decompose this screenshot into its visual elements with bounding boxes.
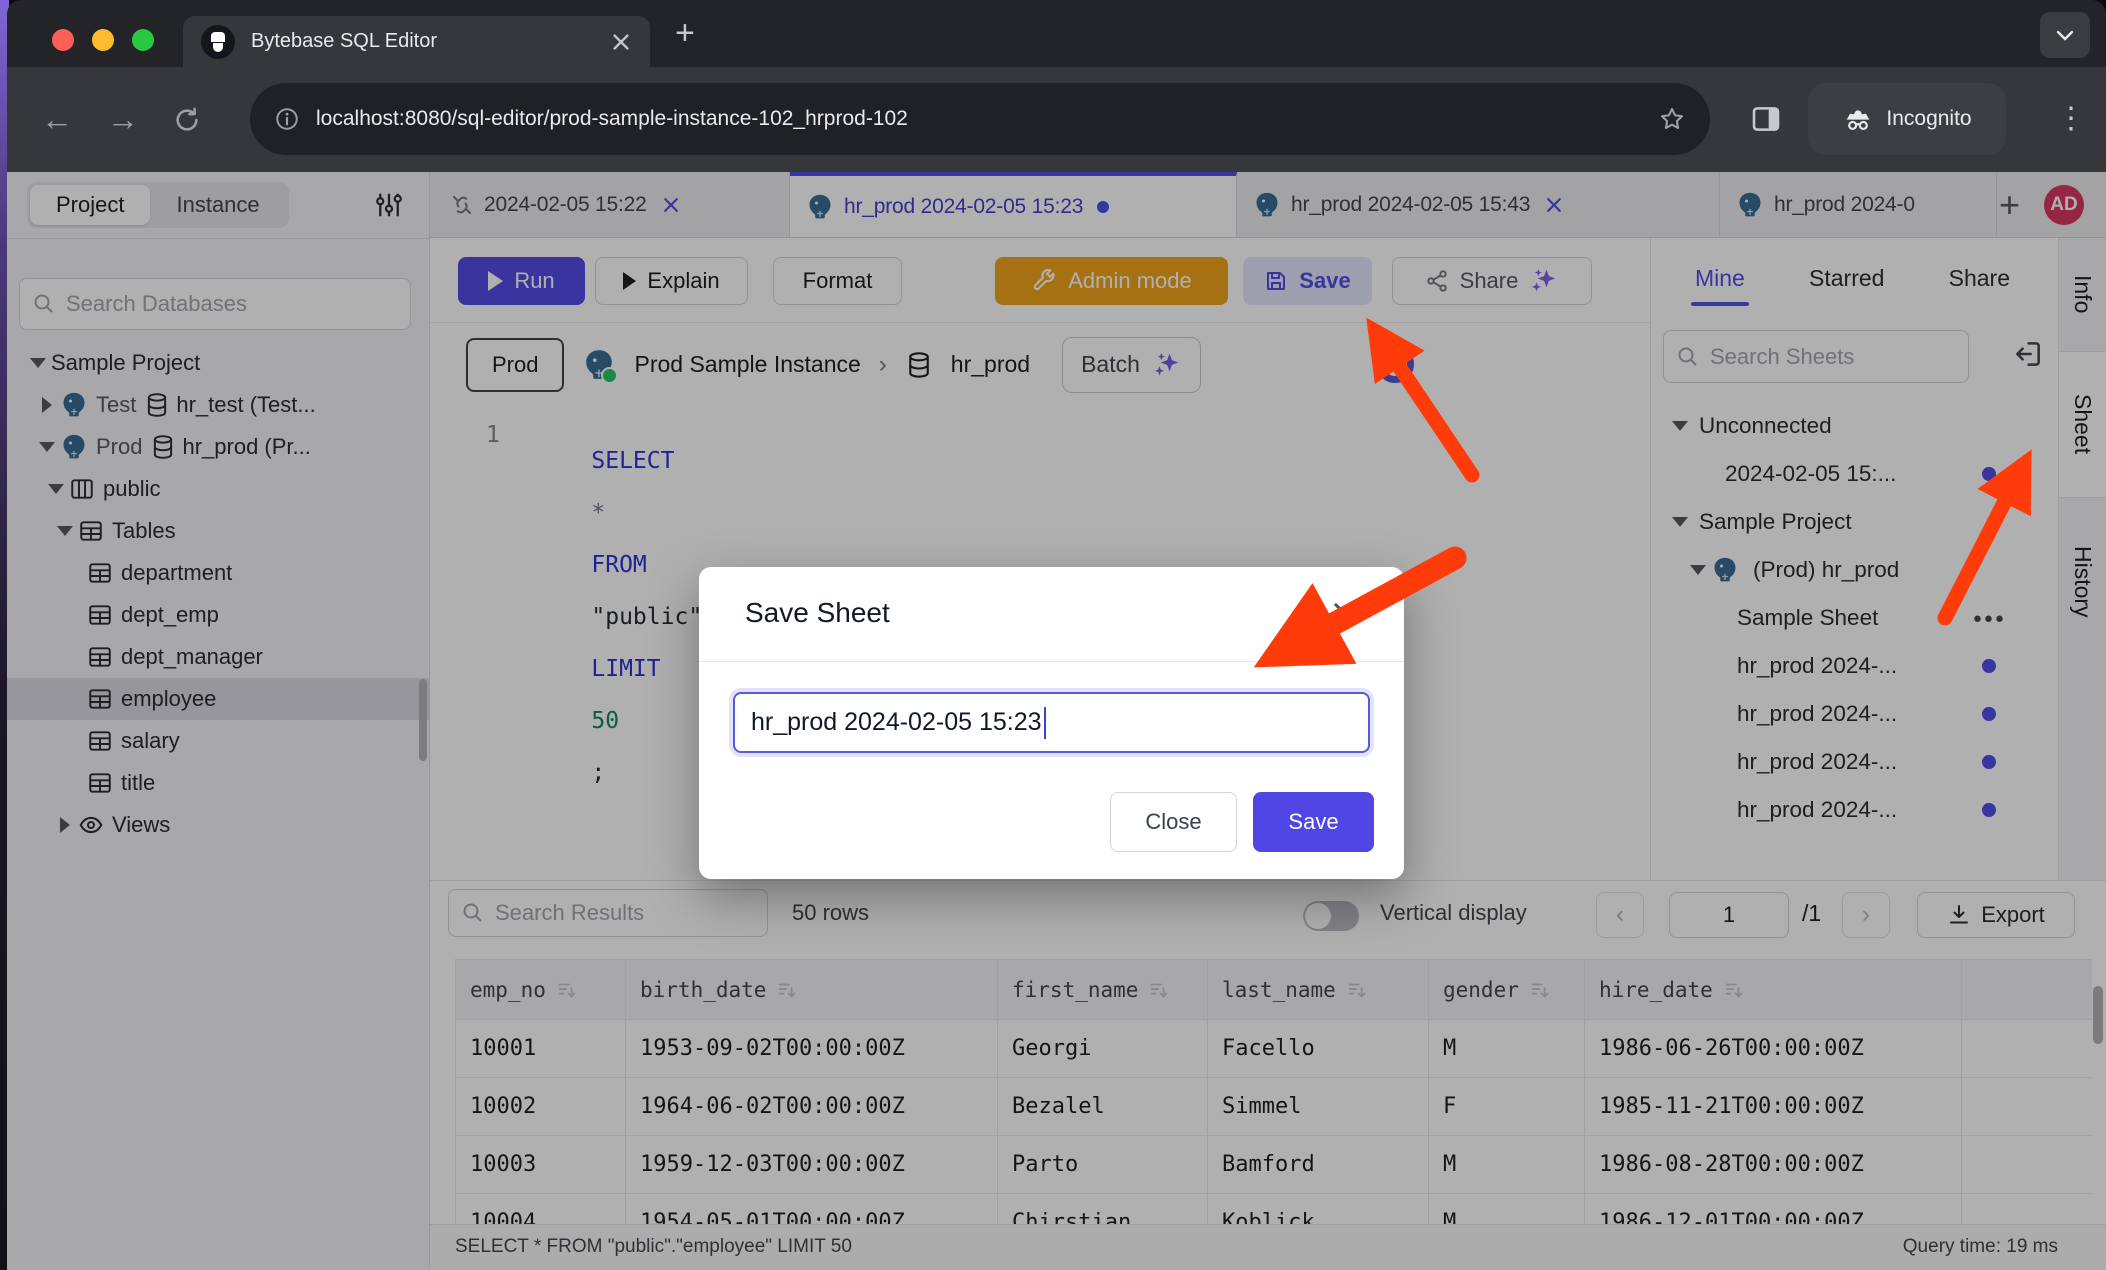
bookmark-star-icon[interactable] — [1658, 105, 1686, 133]
tab-search-button[interactable] — [2040, 12, 2090, 58]
browser-toolbar: ← → localhost:8080/sql-editor/prod-sampl… — [7, 67, 2106, 172]
back-icon[interactable]: ← — [41, 101, 73, 138]
close-dialog-icon[interactable] — [1330, 599, 1358, 627]
screenshot-root: Bytebase SQL Editor + ← → localhost:8080… — [0, 0, 2106, 1270]
url-text: localhost:8080/sql-editor/prod-sample-in… — [316, 107, 1658, 131]
browser-tab-strip: Bytebase SQL Editor + — [7, 0, 2106, 67]
bytebase-favicon — [201, 25, 235, 59]
save-button[interactable]: Save — [1253, 792, 1374, 852]
close-tab-icon[interactable] — [610, 31, 632, 53]
close-button[interactable]: Close — [1110, 792, 1237, 852]
save-sheet-dialog: Save Sheet hr_prod 2024-02-05 15:23 Clos… — [699, 567, 1404, 879]
incognito-label: Incognito — [1886, 107, 1971, 131]
window-close-button[interactable] — [52, 29, 74, 51]
site-info-icon[interactable] — [274, 106, 300, 132]
address-bar[interactable]: localhost:8080/sql-editor/prod-sample-in… — [250, 83, 1710, 155]
incognito-spy-icon — [1842, 103, 1874, 135]
window-zoom-button[interactable] — [132, 29, 154, 51]
browser-tab-title: Bytebase SQL Editor — [251, 30, 610, 53]
sheet-name-input[interactable]: hr_prod 2024-02-05 15:23 — [733, 692, 1370, 753]
browser-tab[interactable]: Bytebase SQL Editor — [183, 16, 650, 67]
forward-icon[interactable]: → — [107, 101, 139, 138]
new-tab-button[interactable]: + — [675, 14, 695, 53]
text-caret — [1044, 707, 1046, 739]
dialog-title: Save Sheet — [745, 597, 890, 629]
dialog-divider — [699, 661, 1404, 662]
side-panel-icon[interactable] — [1750, 103, 1782, 135]
sheet-name-value: hr_prod 2024-02-05 15:23 — [751, 708, 1042, 737]
window-minimize-button[interactable] — [92, 29, 114, 51]
browser-menu-icon[interactable]: ⋮ — [2056, 101, 2086, 136]
chevron-down-icon — [2053, 23, 2077, 47]
reload-icon[interactable] — [173, 106, 201, 134]
bytebase-app: Project Instance Search Databases Sample… — [7, 172, 2106, 1270]
browser-chrome: Bytebase SQL Editor + ← → localhost:8080… — [7, 0, 2106, 172]
incognito-badge: Incognito — [1808, 83, 2006, 155]
